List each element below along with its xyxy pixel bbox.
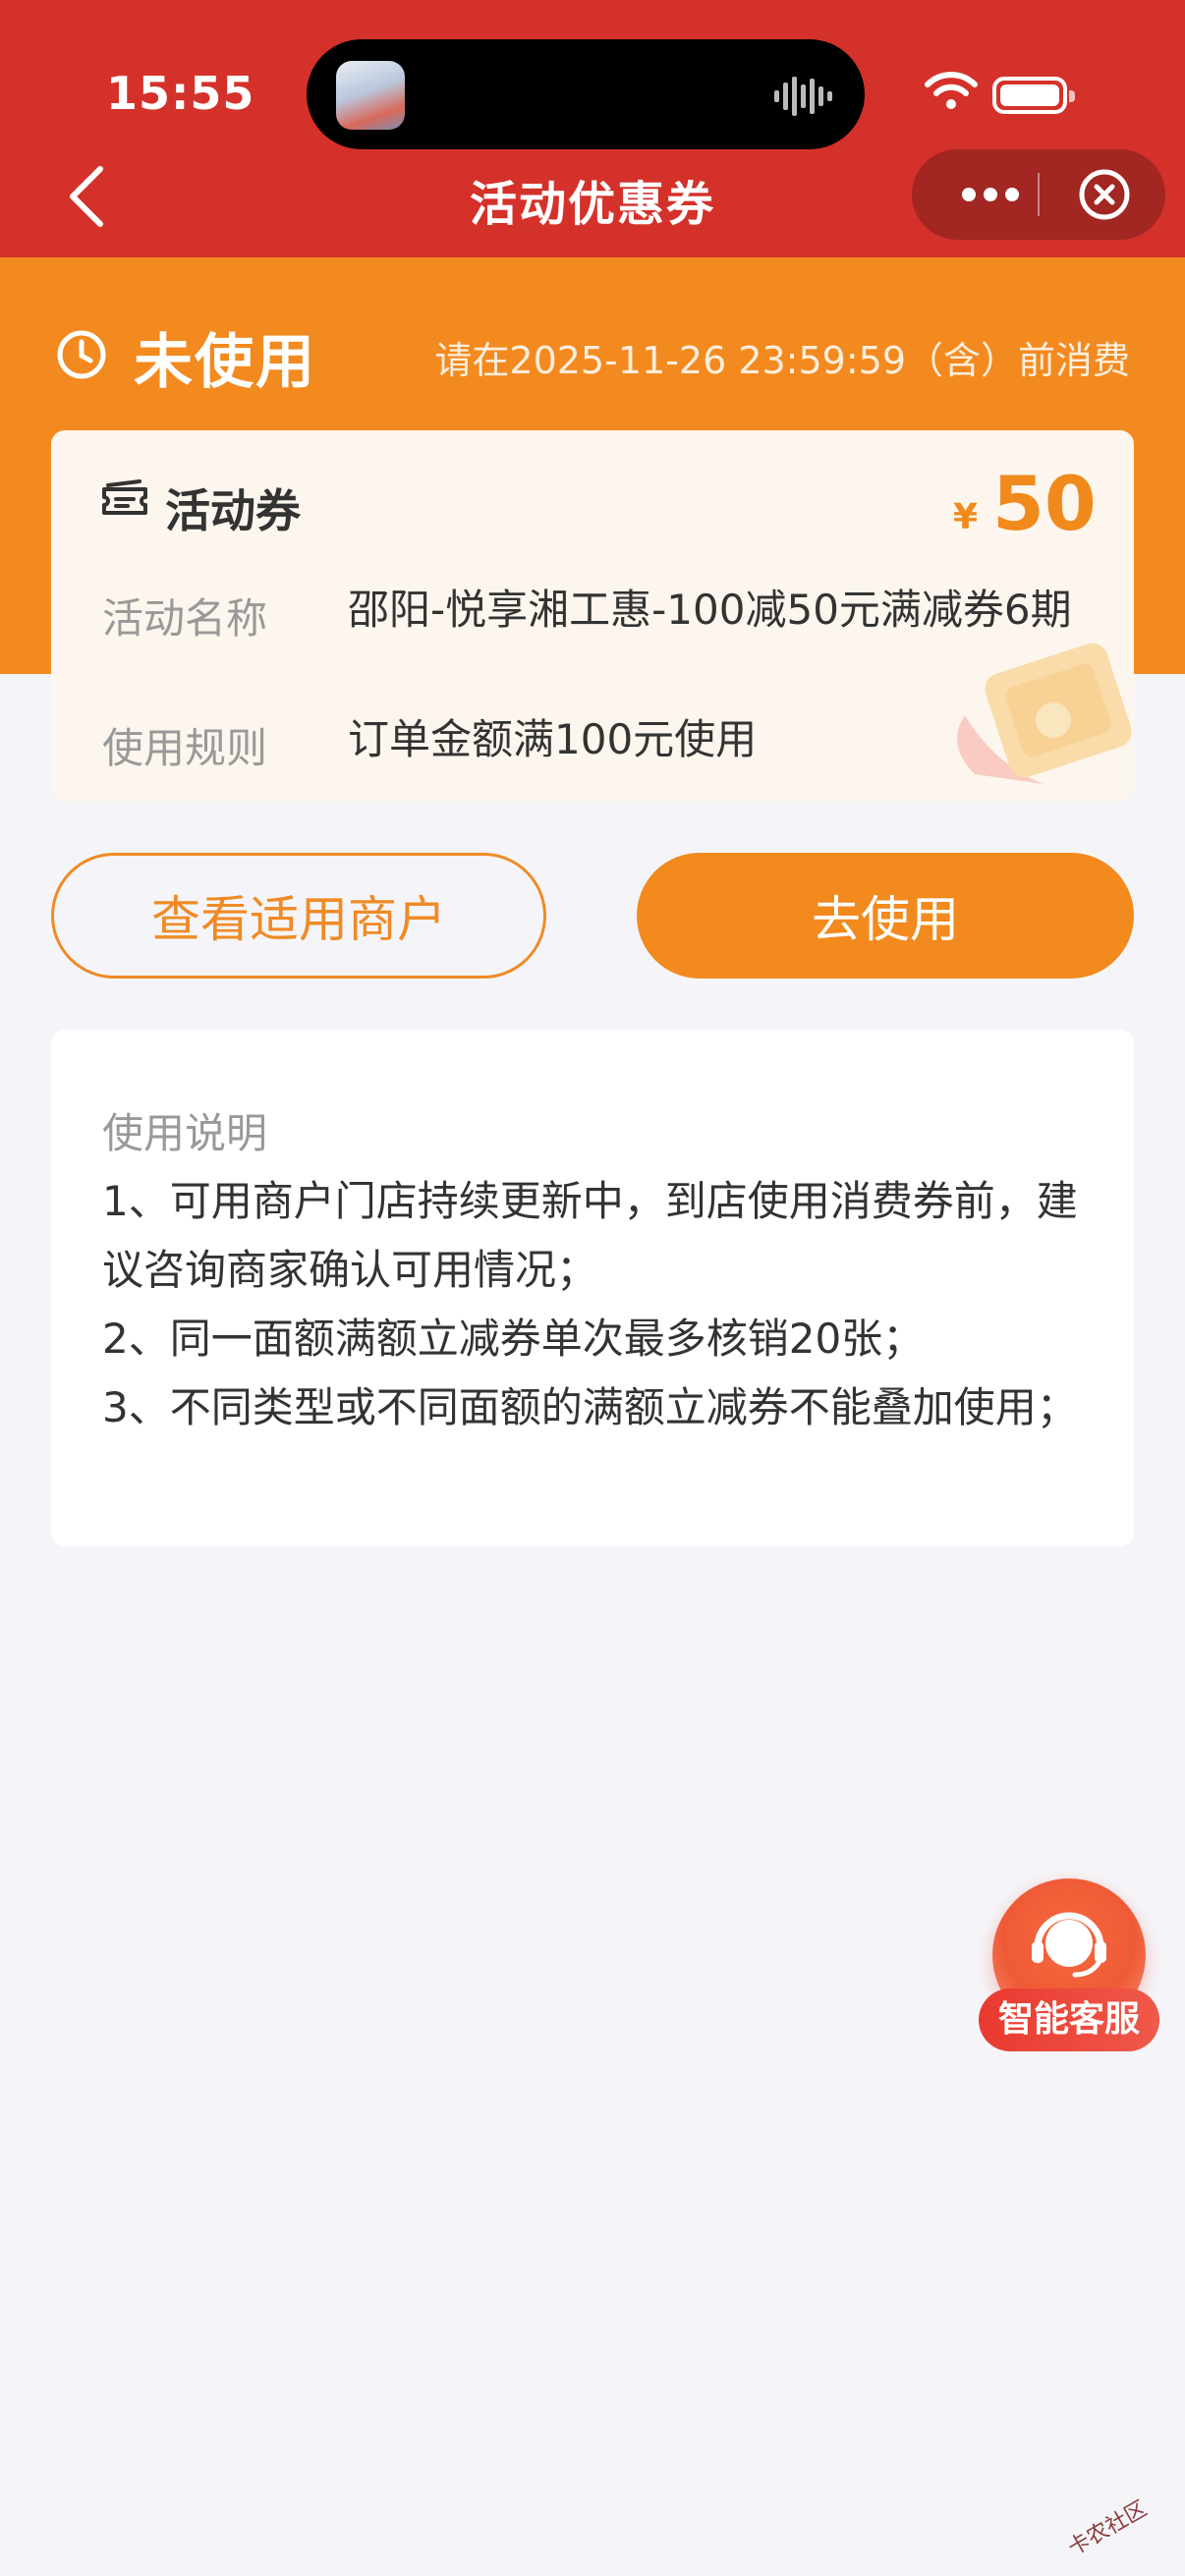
instructions-title: 使用说明 bbox=[102, 1109, 268, 1157]
dynamic-island bbox=[307, 39, 865, 149]
close-circle-icon[interactable] bbox=[1055, 149, 1154, 240]
view-merchants-button[interactable]: 查看适用商户 bbox=[51, 853, 546, 979]
app-icon bbox=[336, 61, 405, 130]
mini-program-capsule bbox=[912, 149, 1165, 240]
more-dots-icon[interactable] bbox=[941, 149, 1040, 240]
coupon-decoration-icon bbox=[957, 643, 1132, 784]
expire-text: 请在2025-11-26 23:59:59（含）前消费 bbox=[434, 339, 1130, 382]
instruction-line: 1、可用商户门店持续更新中，到店使用消费券前，建议咨询商家确认可用情况； bbox=[102, 1177, 1078, 1294]
coupon-card: 活动券 ¥ 50 活动名称 邵阳-悦享湘工惠-100减50元满减券6期 使用规则… bbox=[51, 430, 1134, 802]
coupon-amount: 50 bbox=[992, 460, 1097, 547]
instructions-card: 使用说明 1、可用商户门店持续更新中，到店使用消费券前，建议咨询商家确认可用情况… bbox=[51, 1030, 1134, 1546]
clock-icon bbox=[57, 330, 106, 379]
ticket-icon bbox=[102, 479, 147, 515]
usage-rule-label: 使用规则 bbox=[102, 724, 268, 772]
smart-service-button[interactable]: 智能客服 bbox=[979, 1878, 1159, 2055]
instruction-line: 2、同一面额满额立减券单次最多核销20张； bbox=[102, 1315, 925, 1363]
service-label: 智能客服 bbox=[979, 1988, 1159, 2051]
usage-rule-value: 订单金额满100元使用 bbox=[348, 715, 758, 763]
coupon-status: 未使用 bbox=[134, 328, 316, 397]
audio-wave-icon bbox=[774, 77, 832, 116]
instruction-line: 3、不同类型或不同面额的满额立减券不能叠加使用； bbox=[102, 1383, 1078, 1431]
wifi-icon bbox=[925, 72, 978, 109]
coupon-type: 活动券 bbox=[165, 484, 301, 537]
watermark-text: 卡农社区 bbox=[1064, 2496, 1152, 2561]
currency-symbol: ¥ bbox=[953, 497, 979, 537]
capsule-divider bbox=[1038, 173, 1040, 216]
activity-name-label: 活动名称 bbox=[102, 594, 268, 643]
status-time: 15:55 bbox=[106, 67, 255, 120]
battery-icon bbox=[992, 77, 1075, 114]
instructions-body: 1、可用商户门店持续更新中，到店使用消费券前，建议咨询商家确认可用情况； 2、同… bbox=[102, 1167, 1085, 1442]
use-now-button[interactable]: 去使用 bbox=[637, 853, 1134, 979]
